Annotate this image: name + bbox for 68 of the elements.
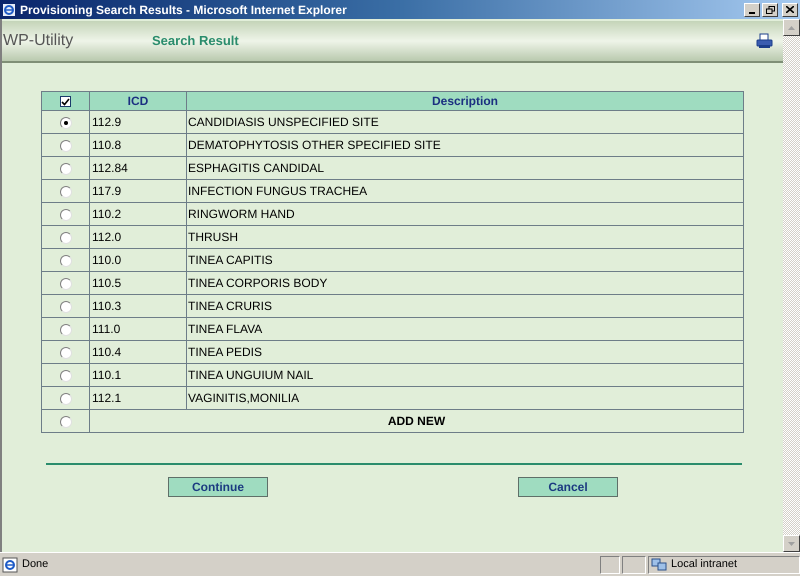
radio-button[interactable] — [60, 392, 72, 405]
description-text: INFECTION FUNGUS TRACHEA — [188, 184, 368, 198]
radio-button[interactable] — [60, 370, 72, 382]
description-text: THRUSH — [188, 230, 238, 244]
status-panel — [600, 556, 620, 574]
radio-button[interactable] — [60, 300, 72, 313]
description-text: TINEA UNGUIUM NAIL — [188, 368, 314, 382]
icd-code: 111.0 — [92, 322, 120, 336]
icd-code: 110.3 — [92, 299, 122, 313]
status-panel — [622, 556, 646, 574]
icd-code: 110.1 — [92, 368, 122, 382]
radio-button[interactable] — [60, 162, 72, 175]
security-zone: Local intranet — [671, 557, 738, 572]
icd-code: 112.0 — [92, 230, 122, 244]
page-title: Search Result — [152, 32, 240, 50]
icd-code: 110.5 — [92, 276, 122, 290]
minimize-icon — [749, 12, 755, 14]
close-button[interactable] — [782, 2, 798, 16]
up-arrow-icon — [788, 26, 795, 30]
radio-button[interactable] — [60, 346, 72, 359]
app-name: WP-Utility — [2, 31, 74, 51]
printer-icon[interactable] — [756, 33, 773, 49]
description-text: TINEA FLAVA — [188, 322, 262, 336]
icd-code: 110.8 — [92, 138, 122, 152]
continue-button[interactable]: Continue — [168, 477, 268, 497]
radio-button[interactable] — [60, 232, 72, 244]
description-text: TINEA CRURIS — [188, 299, 272, 313]
icd-code: 112.1 — [92, 391, 122, 405]
description-text: RINGWORM HAND — [188, 207, 295, 221]
icd-code: 112.84 — [92, 161, 128, 175]
select-all-checkbox[interactable] — [60, 96, 71, 108]
scrollbar[interactable] — [783, 19, 800, 552]
icd-code: 117.9 — [92, 184, 122, 198]
description-text: TINEA CAPITIS — [188, 253, 273, 267]
icd-code: 110.4 — [92, 345, 122, 359]
radio-button[interactable] — [60, 324, 72, 336]
description-text: ESPHAGITIS CANDIDAL — [188, 161, 324, 175]
network-icon — [651, 558, 667, 572]
description-text: DEMATOPHYTOSIS OTHER SPECIFIED SITE — [188, 138, 441, 152]
restore-button[interactable] — [762, 2, 778, 16]
icd-code: 112.9 — [92, 115, 122, 129]
down-arrow-icon — [788, 542, 795, 546]
column-header: ICD — [90, 92, 186, 110]
icd-code: 110.0 — [92, 253, 122, 267]
restore-icon — [766, 6, 774, 14]
cancel-button[interactable]: Cancel — [518, 477, 618, 497]
description-text: VAGINITIS,MONILIA — [188, 391, 300, 405]
description-text: TINEA CORPORIS BODY — [188, 276, 328, 290]
radio-button[interactable] — [60, 140, 72, 152]
scroll-down-button[interactable] — [783, 535, 800, 552]
minimize-button[interactable] — [744, 2, 760, 16]
status-text: Done — [22, 557, 50, 572]
column-header: Description — [186, 92, 744, 110]
radio-button[interactable] — [60, 416, 72, 428]
add-new-label: ADD NEW — [388, 414, 446, 428]
radio-button[interactable] — [60, 278, 72, 290]
radio-button[interactable] — [60, 116, 72, 129]
radio-button[interactable] — [60, 186, 72, 198]
radio-button[interactable] — [60, 254, 72, 267]
description-text: TINEA PEDIS — [188, 345, 262, 359]
icd-code: 110.2 — [92, 207, 122, 221]
check-icon — [61, 98, 70, 106]
browser-icon — [2, 2, 16, 16]
window-title: Provisioning Search Results - Microsoft Internet Explorer — [20, 2, 348, 18]
description-text: CANDIDIASIS UNSPECIFIED SITE — [188, 115, 379, 129]
close-icon — [786, 6, 794, 13]
scroll-up-button[interactable] — [783, 19, 800, 36]
radio-button[interactable] — [60, 208, 72, 221]
